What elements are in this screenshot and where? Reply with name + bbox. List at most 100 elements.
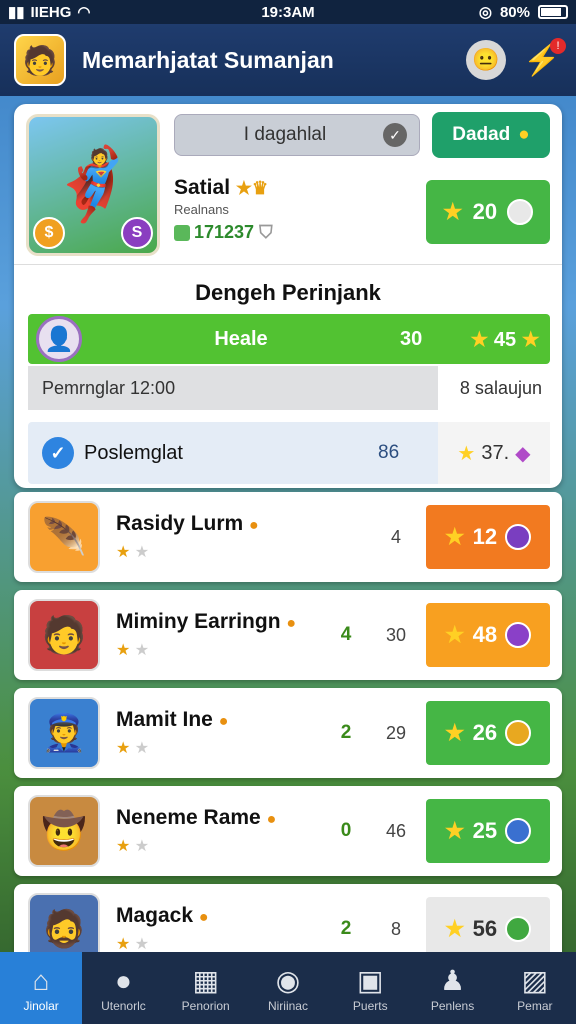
nav-label: Utenorlc	[101, 999, 146, 1013]
app-header: 🧑 Memarhjatat Sumanjan 😐 ⚡ !	[0, 24, 576, 96]
player-name: Mamit Ine ●	[116, 708, 326, 732]
list-item[interactable]: 🤠 Neneme Rame ● ★ ★ 0 46 ★ 25	[14, 786, 562, 876]
list-item[interactable]: 👮 Mamit Ine ● ★ ★ 2 29 ★ 26	[14, 688, 562, 778]
star-icon: ★	[134, 740, 150, 757]
cards-icon: ▣	[357, 965, 384, 996]
star-icon: ★	[457, 442, 476, 465]
score-button[interactable]: ★ 12	[426, 505, 550, 569]
player-name-text: Magack	[116, 904, 194, 927]
check-icon: ✓	[383, 123, 407, 147]
leaderboard-title: Dengeh Perinjank	[195, 280, 381, 305]
timer-right: 8 salaujun	[459, 377, 542, 398]
col-2: 29	[385, 722, 407, 743]
player-name: Satial ★♛	[174, 176, 269, 199]
battery-percent: 80%	[499, 3, 530, 21]
col-1: 2	[340, 918, 352, 939]
gem-icon	[505, 720, 532, 746]
star-icon: ★	[470, 328, 489, 351]
player-name: Neneme Rame ●	[116, 806, 326, 830]
player-avatar: 🪶	[28, 501, 100, 573]
bottom-nav: ⌂ Jinolar ● Utenorlc ▦ Penorion ◉ Niriinac ▣ Puer…	[0, 952, 576, 1024]
star-icon: ★	[444, 524, 465, 549]
player-info: Neneme Rame ● ★ ★	[116, 806, 326, 856]
score-value: 12	[472, 524, 498, 549]
score-button[interactable]: ★ 26	[426, 701, 550, 765]
star-icon: ★	[444, 622, 465, 647]
nav-label: Niriinac	[267, 999, 308, 1013]
score-button[interactable]: ★ 25	[426, 799, 550, 863]
gem-icon	[505, 622, 532, 648]
wifi-icon: ◠	[77, 4, 91, 21]
player-name: Magack ●	[116, 904, 326, 928]
avatar: 👤	[36, 316, 82, 362]
status-bar: ▮▮ IIEHG ◠ 19:3AM ◎ 80%	[0, 0, 576, 24]
nav-label: Jinolar	[23, 999, 59, 1013]
player-info: Miminy Earringn ● ★ ★	[116, 610, 326, 660]
gem-icon	[505, 818, 532, 844]
score-value: 26	[472, 720, 498, 745]
top-score: ★ 45 ★	[470, 328, 540, 351]
gem-icon: S	[121, 217, 153, 249]
top-player-row[interactable]: 👤 Heale 30 ★ 45 ★	[28, 314, 550, 364]
nav-item-2[interactable]: ▦ Penorion	[165, 952, 247, 1024]
nav-item-6[interactable]: ▨ Pemar	[494, 952, 576, 1024]
nav-item-5[interactable]: ♟ Penlens	[411, 952, 493, 1024]
palette-icon: ◉	[275, 965, 301, 996]
alarm-icon: ◎	[478, 4, 492, 21]
player-avatar: 🤠	[28, 795, 100, 867]
coin-icon: ●	[218, 713, 229, 730]
signal-icon: ▮▮	[8, 4, 25, 21]
profile-portrait[interactable]: 🦸 $ S	[26, 114, 160, 256]
star-icon: ★	[444, 818, 465, 843]
nav-item-3[interactable]: ◉ Niriinac	[247, 952, 329, 1024]
coin-icon: ●	[518, 124, 530, 145]
star-icon: ★	[444, 720, 465, 745]
id-icon	[174, 225, 190, 242]
coin-icon: ●	[198, 909, 209, 926]
notifications-button[interactable]: ⚡ !	[522, 38, 566, 80]
carrier-label: IIEHG	[30, 3, 72, 21]
star-icon: ★	[521, 328, 540, 351]
character-icon: 🪶	[41, 516, 87, 557]
player-score-button[interactable]: ★ 20	[426, 180, 550, 244]
ball-icon	[507, 199, 534, 225]
rating-stars: ★ ★	[116, 934, 326, 954]
gem-icon: ◆	[515, 442, 531, 465]
deal-button[interactable]: Dadad ●	[432, 112, 550, 158]
star-icon: ★	[134, 642, 150, 659]
player-info: Rasidy Lurm ● ★ ★	[116, 512, 326, 562]
rating-stars: ★ ★	[116, 836, 326, 856]
col-1: 4	[340, 624, 352, 645]
timer-label: Pemrnglar 12:00	[28, 366, 438, 410]
coin-icon: ●	[249, 517, 259, 534]
nav-item-4[interactable]: ▣ Puerts	[329, 952, 411, 1024]
profile-card: 🦸 $ S I dagahlal ✓ Dadad ● Satial ★♛ Rea…	[14, 104, 562, 488]
nav-label: Pemar	[517, 999, 553, 1013]
my-score: ★ 37. ◆	[438, 422, 550, 484]
nav-item-0[interactable]: ⌂ Jinolar	[0, 952, 83, 1024]
score-value: 48	[472, 622, 498, 647]
app-avatar[interactable]: 🧑	[14, 34, 66, 86]
star-icon: ★	[442, 199, 463, 224]
col-2: 8	[390, 918, 401, 939]
coin-icon: ●	[266, 811, 277, 828]
battery-icon	[538, 5, 568, 19]
list-item[interactable]: 🪶 Rasidy Lurm ● ★ ★ 4 ★ 12	[14, 492, 562, 582]
nav-item-1[interactable]: ● Utenorlc	[82, 952, 164, 1024]
star-icon: ★	[116, 642, 131, 659]
gem-icon	[505, 524, 532, 550]
col-2: 4	[390, 526, 401, 547]
player-avatar: 🧑	[28, 599, 100, 671]
score-button[interactable]: ★ 48	[426, 603, 550, 667]
player-id: 171237 ⛉	[174, 222, 273, 243]
player-name-text: Miminy Earringn	[116, 610, 281, 633]
coin-icon: $	[33, 217, 65, 249]
shield-icon: ⛉	[259, 222, 273, 242]
friends-button[interactable]: 😐	[466, 40, 506, 80]
list-item[interactable]: 🧑 Miminy Earringn ● ★ ★ 4 30 ★ 48	[14, 590, 562, 680]
timer-row: Pemrnglar 12:00 8 salaujun	[28, 366, 550, 410]
player-name-text: Rasidy Lurm	[116, 512, 244, 535]
my-rank-row[interactable]: ✓ Poslemglat 86 ★ 37. ◆	[28, 422, 550, 484]
divider	[14, 264, 562, 265]
search-input[interactable]: I dagahlal ✓	[174, 114, 420, 156]
